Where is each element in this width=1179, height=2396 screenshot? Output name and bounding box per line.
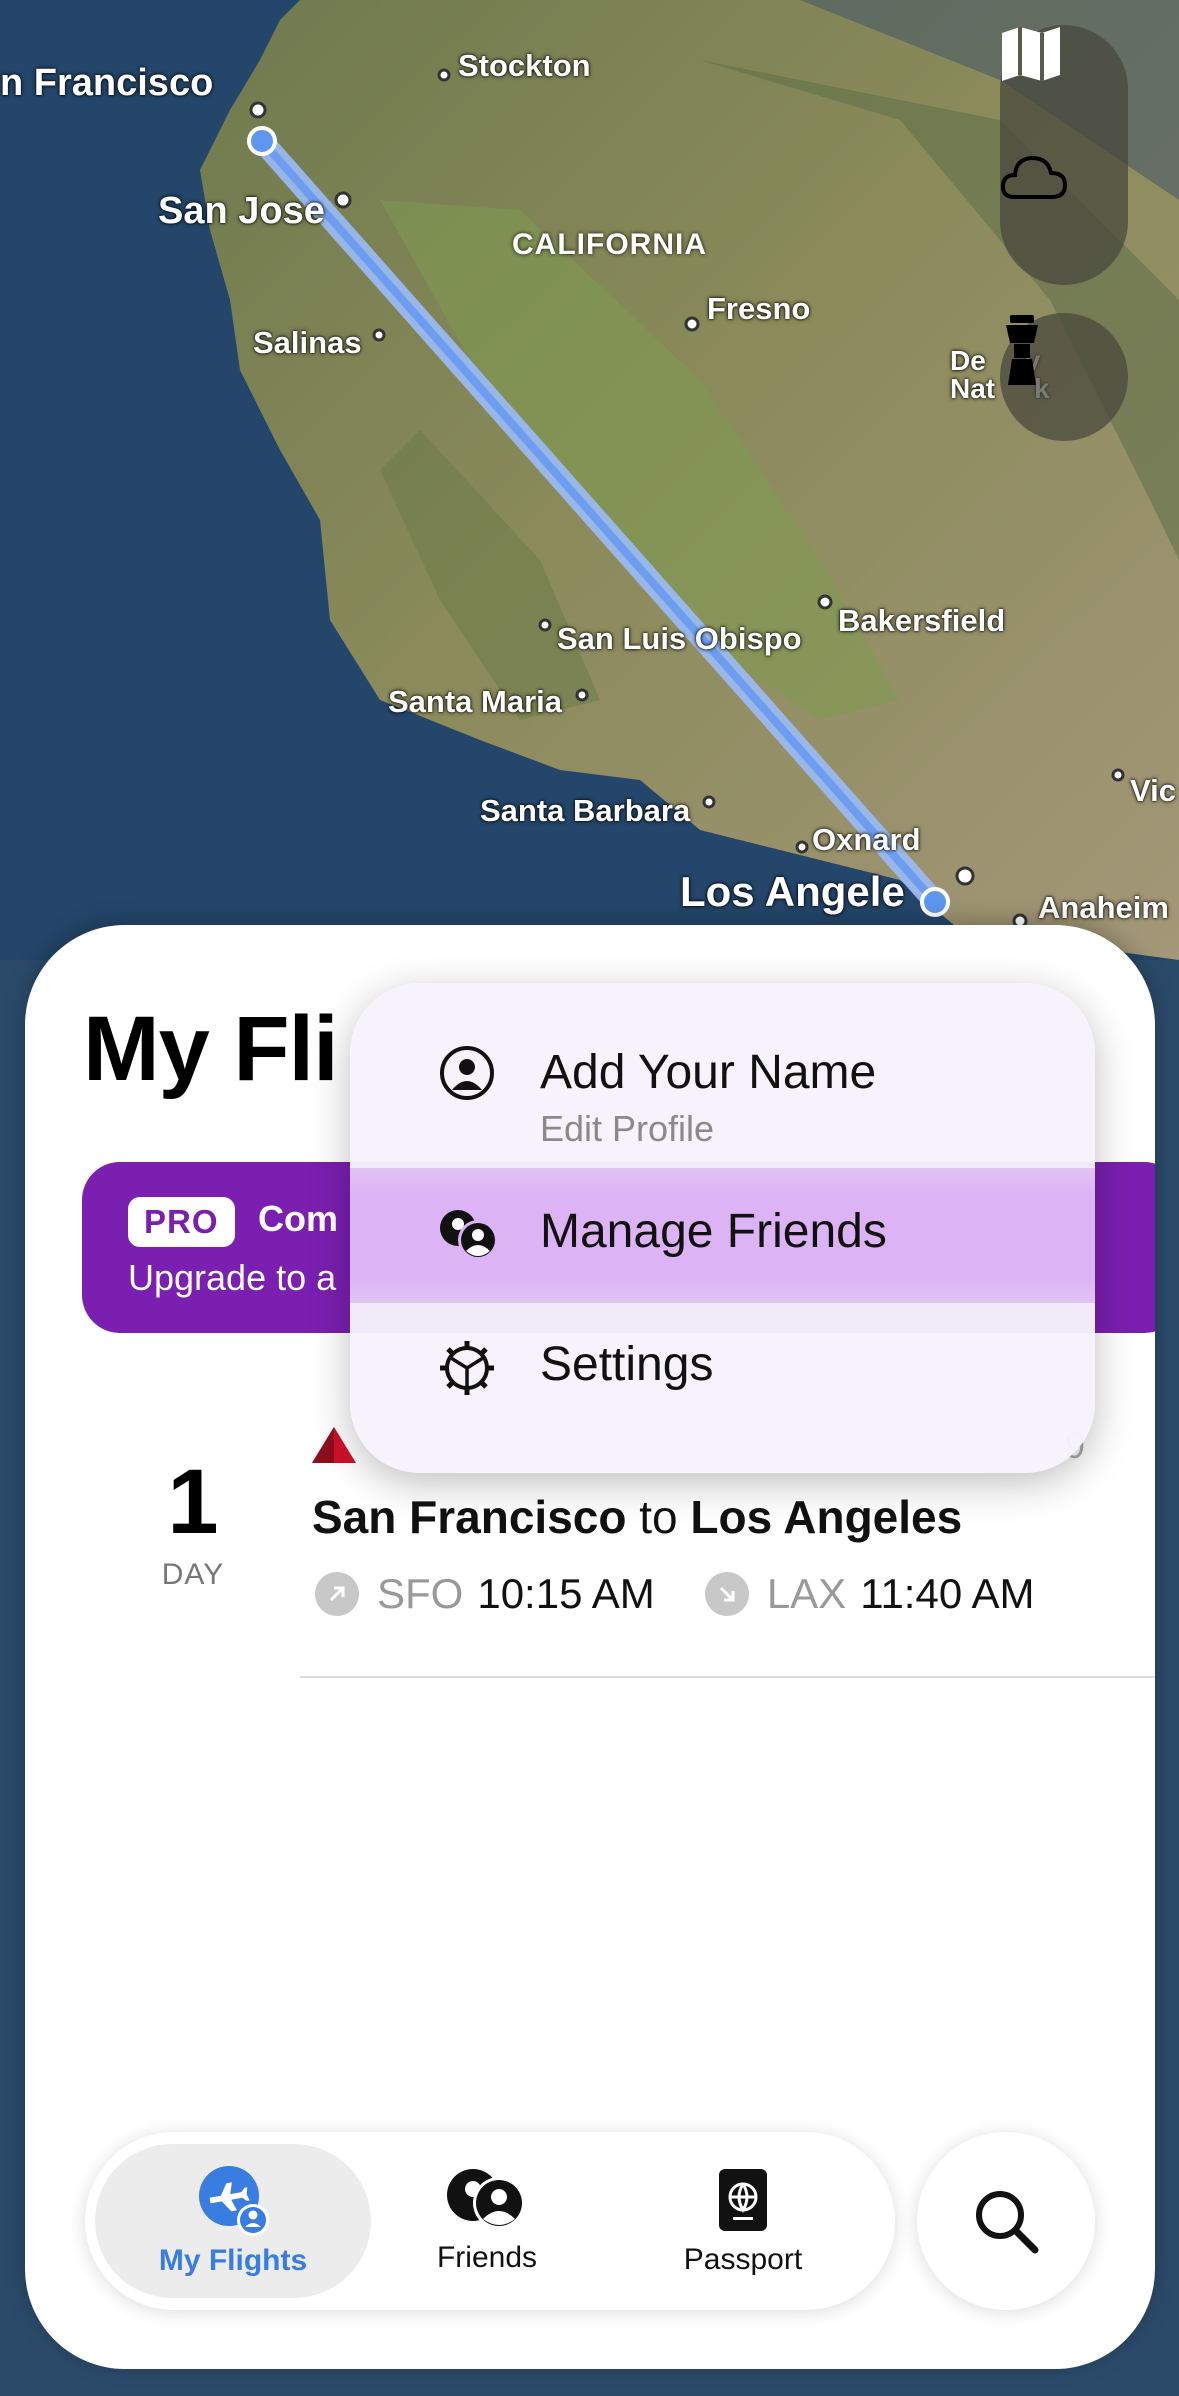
weather-button[interactable]	[1000, 153, 1128, 281]
departure-time: 10:15 AM	[477, 1570, 655, 1617]
menu-item-edit-profile[interactable]: Add Your Name Edit Profile	[350, 983, 1095, 1168]
tab-passport-label: Passport	[683, 2243, 803, 2276]
arrival-code: LAX	[766, 1570, 847, 1617]
promo-title: Com	[258, 1198, 338, 1239]
departure-arrow-icon	[315, 1572, 359, 1616]
row-divider	[300, 1676, 1155, 1678]
city-label-stockton[interactable]: Stockton	[458, 48, 591, 84]
city-label-los-angeles[interactable]: Los Angele	[680, 868, 905, 916]
map-icon	[1002, 27, 1060, 81]
days-until-label: DAY	[161, 1558, 225, 1591]
flight-times: SFO 10:15 AM LAX 11:40 AM	[315, 1570, 1035, 1618]
city-label-san-francisco[interactable]: n Francisco	[0, 62, 213, 105]
menu-item-edit-profile-subtitle: Edit Profile	[540, 1108, 715, 1149]
map-controls	[1000, 25, 1128, 285]
promo-subtitle: Upgrade to a	[128, 1257, 337, 1298]
tab-my-flights-label: My Flights	[158, 2244, 308, 2277]
airport-tower-icon-wrap	[1000, 313, 1128, 441]
route-connector: to	[639, 1491, 678, 1543]
city-label-fresno[interactable]: Fresno	[707, 291, 810, 327]
friends-icon	[440, 1210, 498, 1260]
airport-tower-button[interactable]	[1000, 313, 1128, 441]
city-label-santa-barbara[interactable]: Santa Barbara	[480, 793, 690, 829]
tab-my-flights[interactable]: My Flights	[98, 2132, 368, 2310]
state-label-california: CALIFORNIA	[512, 228, 707, 261]
destination-city: Los Angeles	[690, 1491, 963, 1543]
tab-passport[interactable]: Passport	[608, 2132, 878, 2310]
departure-code: SFO	[377, 1570, 464, 1617]
menu-item-manage-friends[interactable]: Manage Friends	[350, 1168, 1095, 1303]
passport-icon	[719, 2169, 767, 2231]
days-until-number: 1	[167, 1451, 219, 1553]
menu-item-manage-friends-title: Manage Friends	[540, 1205, 887, 1258]
flight-map[interactable]: n Francisco Stockton San Jose CALIFORNIA…	[0, 0, 1179, 960]
friends-icon	[447, 2169, 525, 2229]
arrival-time: 11:40 AM	[860, 1570, 1035, 1617]
search-button[interactable]	[917, 2132, 1095, 2310]
city-label-oxnard[interactable]: Oxnard	[812, 822, 921, 858]
menu-item-settings-title: Settings	[540, 1338, 714, 1391]
profile-circle-icon	[440, 1046, 494, 1100]
profile-menu: Add Your Name Edit Profile Manage Friend…	[350, 983, 1095, 1473]
menu-item-settings[interactable]: Settings	[350, 1303, 1095, 1433]
city-label-anaheim[interactable]: Anaheim	[1038, 890, 1169, 926]
flight-route: San Francisco to Los Angeles	[312, 1490, 962, 1544]
city-label-victorville[interactable]: Vic	[1130, 773, 1176, 809]
tab-friends-label: Friends	[436, 2241, 538, 2274]
airport-tower-icon	[1006, 315, 1038, 385]
page-title: My Fli	[83, 998, 339, 1100]
search-icon	[976, 2191, 1039, 2254]
map-style-button[interactable]	[1000, 25, 1128, 153]
pro-badge: PRO	[128, 1197, 235, 1247]
city-label-san-luis-obispo[interactable]: San Luis Obispo	[557, 621, 802, 657]
weather-cloud-icon	[1000, 155, 1068, 199]
city-label-santa-maria[interactable]: Santa Maria	[388, 684, 562, 720]
city-label-salinas[interactable]: Salinas	[253, 325, 362, 361]
gear-icon	[440, 1341, 494, 1395]
origin-city: San Francisco	[312, 1491, 627, 1543]
my-flights-icon	[199, 2166, 269, 2236]
menu-item-add-name-title: Add Your Name	[540, 1046, 877, 1099]
tab-bar: My Flights Friends Passport	[85, 2132, 895, 2310]
tab-friends[interactable]: Friends	[352, 2132, 622, 2310]
arrival-arrow-icon	[704, 1572, 749, 1616]
city-label-san-jose[interactable]: San Jose	[158, 190, 325, 233]
city-label-bakersfield[interactable]: Bakersfield	[838, 603, 1005, 639]
